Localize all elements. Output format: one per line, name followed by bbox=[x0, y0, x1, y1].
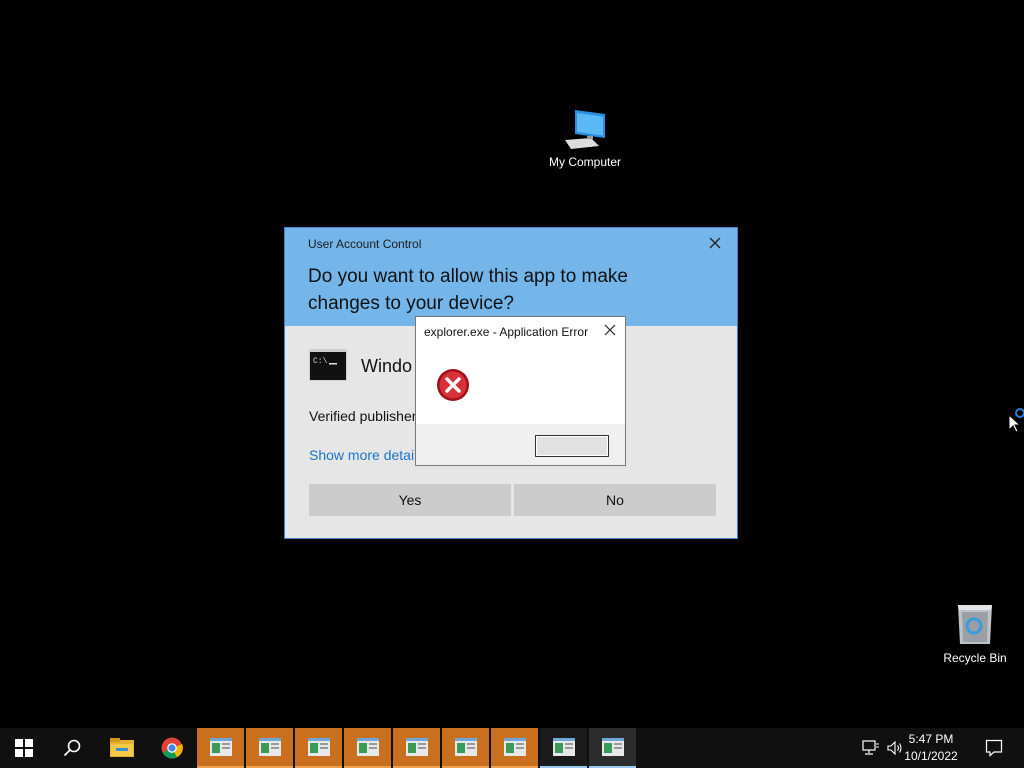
svg-text:C:\: C:\ bbox=[313, 357, 328, 366]
taskbar-clock[interactable]: 5:47 PM 10/1/2022 bbox=[896, 731, 966, 765]
desktop-icon-label: My Computer bbox=[548, 155, 622, 169]
show-more-details-link[interactable]: Show more detai bbox=[309, 447, 414, 463]
taskbar-app-8[interactable] bbox=[540, 728, 587, 768]
notification-icon bbox=[985, 739, 1003, 757]
command-prompt-icon: C:\ bbox=[309, 349, 347, 381]
close-icon[interactable] bbox=[603, 323, 617, 337]
app-window-icon bbox=[405, 738, 428, 756]
chrome-icon bbox=[161, 737, 183, 759]
action-center-button[interactable] bbox=[970, 728, 1018, 768]
uac-title: User Account Control bbox=[308, 237, 422, 251]
app-window-icon bbox=[503, 738, 526, 756]
desktop-icon-recycle-bin[interactable]: Recycle Bin bbox=[930, 602, 1020, 665]
desktop-icon-label: Recycle Bin bbox=[943, 651, 1007, 665]
desktop: My Computer Recycle Bin User Account Con… bbox=[0, 0, 1024, 728]
error-title: explorer.exe - Application Error bbox=[424, 325, 589, 339]
app-window-icon bbox=[209, 738, 232, 756]
taskbar-app-3[interactable] bbox=[295, 728, 342, 768]
clock-date: 10/1/2022 bbox=[904, 749, 958, 763]
taskbar: 5:47 PM 10/1/2022 bbox=[0, 728, 1024, 768]
app-window-icon bbox=[552, 738, 575, 756]
taskbar-app-4[interactable] bbox=[344, 728, 391, 768]
app-window-icon bbox=[601, 738, 624, 756]
taskbar-app-2[interactable] bbox=[246, 728, 293, 768]
taskbar-app-1[interactable] bbox=[197, 728, 244, 768]
uac-question: Do you want to allow this app to make ch… bbox=[308, 266, 629, 314]
uac-publisher: Verified publisher bbox=[309, 408, 417, 424]
recycle-bin-icon bbox=[958, 605, 992, 644]
no-button[interactable]: No bbox=[514, 484, 716, 516]
taskbar-app-6[interactable] bbox=[442, 728, 489, 768]
computer-icon bbox=[565, 110, 605, 149]
network-icon[interactable] bbox=[862, 740, 880, 756]
taskbar-chrome[interactable] bbox=[148, 728, 196, 768]
start-button[interactable] bbox=[0, 728, 48, 768]
app-window-icon bbox=[454, 738, 477, 756]
close-icon[interactable] bbox=[707, 235, 723, 251]
file-explorer-icon bbox=[110, 738, 134, 757]
taskbar-file-explorer[interactable] bbox=[98, 728, 146, 768]
yes-button[interactable]: Yes bbox=[309, 484, 511, 516]
app-window-icon bbox=[356, 738, 379, 756]
ok-button[interactable] bbox=[535, 435, 609, 457]
uac-app-name: Windo bbox=[361, 356, 413, 376]
desktop-icon-my-computer[interactable]: My Computer bbox=[540, 108, 630, 169]
mouse-cursor-icon bbox=[1008, 408, 1024, 432]
app-window-icon bbox=[307, 738, 330, 756]
app-window-icon bbox=[258, 738, 281, 756]
application-error-dialog: explorer.exe - Application Error bbox=[415, 316, 626, 466]
error-content: explorer.exe - Application Error bbox=[416, 317, 625, 424]
search-button[interactable] bbox=[48, 728, 96, 768]
taskbar-app-5[interactable] bbox=[393, 728, 440, 768]
error-icon bbox=[437, 369, 469, 401]
uac-header: User Account Control Do you want to allo… bbox=[285, 228, 737, 326]
clock-time: 5:47 PM bbox=[908, 732, 954, 746]
taskbar-app-7[interactable] bbox=[491, 728, 538, 768]
search-icon bbox=[63, 739, 81, 757]
taskbar-app-9[interactable] bbox=[589, 728, 636, 768]
start-icon bbox=[15, 739, 33, 757]
